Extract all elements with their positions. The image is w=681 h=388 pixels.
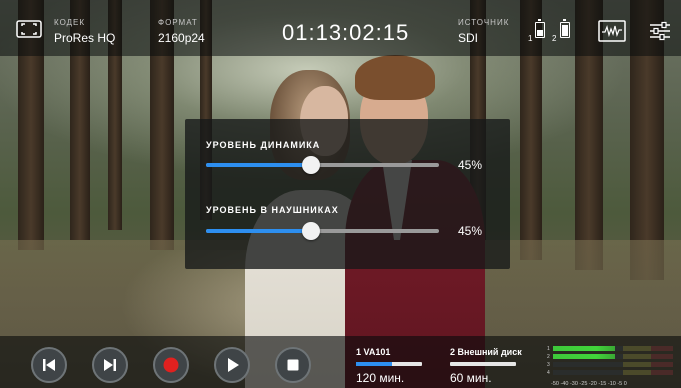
skip-back-button[interactable] — [31, 347, 67, 383]
meter-channel-3: 3 — [547, 362, 550, 368]
speaker-level-slider[interactable] — [206, 156, 439, 174]
speaker-level-label: УРОВЕНЬ ДИНАМИКА — [206, 140, 321, 150]
skip-back-icon — [43, 359, 55, 371]
slot-2-battery-icon[interactable] — [560, 19, 570, 38]
meter-row-4 — [553, 370, 673, 375]
timecode[interactable]: 01:13:02:15 — [282, 20, 409, 46]
codec-label: КОДЕК — [54, 18, 86, 27]
headphones-level-slider[interactable] — [206, 222, 439, 240]
skip-forward-button[interactable] — [92, 347, 128, 383]
headphones-level-thumb[interactable] — [301, 222, 320, 240]
codec-value[interactable]: ProRes HQ — [54, 31, 115, 45]
speaker-level-fill — [206, 163, 311, 167]
meter-row-1 — [553, 346, 673, 351]
play-icon — [228, 358, 239, 372]
top-status-bar: КОДЕК ProRes HQ ФОРМАТ 2160p24 01:13:02:… — [0, 0, 681, 56]
headphones-level-value: 45% — [458, 224, 483, 238]
waveform-icon[interactable] — [598, 20, 626, 42]
source-value[interactable]: SDI — [458, 31, 478, 45]
slot-1-capacity-bar — [356, 362, 422, 366]
source-label: ИСТОЧНИК — [458, 18, 510, 27]
slot-2-remaining-time: 60 мин. — [450, 371, 492, 385]
fullscreen-icon[interactable] — [16, 20, 42, 38]
meter-row-3 — [553, 362, 673, 367]
record-button[interactable] — [153, 347, 189, 383]
stop-icon — [287, 359, 299, 371]
slot-1-title[interactable]: 1 VA101 — [356, 347, 390, 357]
format-value[interactable]: 2160p24 — [158, 31, 205, 45]
meter-level-1 — [553, 346, 616, 351]
audio-level-panel: УРОВЕНЬ ДИНАМИКА 45% УРОВЕНЬ В НАУШНИКАХ… — [185, 119, 510, 269]
headphones-level-label: УРОВЕНЬ В НАУШНИКАХ — [206, 205, 339, 215]
slot-1-remaining-time: 120 мин. — [356, 371, 405, 385]
slot-1-battery-icon[interactable] — [535, 19, 545, 38]
headphones-level-fill — [206, 229, 311, 233]
format-label: ФОРМАТ — [158, 18, 198, 27]
meter-row-2 — [553, 354, 673, 359]
meter-level-2 — [553, 354, 616, 359]
skip-forward-icon — [104, 359, 116, 371]
meter-scale: -50 -40 -30 -25 -20 -15 -10 -5 0 — [551, 381, 627, 387]
slot-2-title[interactable]: 2 Внешний диск — [450, 347, 522, 357]
speaker-level-value: 45% — [458, 158, 483, 172]
stop-button[interactable] — [275, 347, 311, 383]
record-icon — [163, 357, 179, 373]
meter-channel-2: 2 — [547, 354, 550, 360]
slot-1-number: 1 — [528, 34, 533, 43]
settings-sliders-icon[interactable] — [648, 20, 676, 42]
speaker-level-thumb[interactable] — [301, 156, 320, 174]
meter-channel-1: 1 — [547, 346, 550, 352]
slot-2-capacity-bar — [450, 362, 516, 366]
groom-hair — [355, 55, 435, 100]
slot-2-number: 2 — [552, 34, 557, 43]
audio-meters[interactable]: 1 2 3 4 -50 -40 -30 -25 -20 -15 -10 -5 0 — [547, 344, 677, 388]
meter-channel-4: 4 — [547, 370, 550, 376]
play-button[interactable] — [214, 347, 250, 383]
slot-1-capacity-fill — [356, 362, 393, 366]
